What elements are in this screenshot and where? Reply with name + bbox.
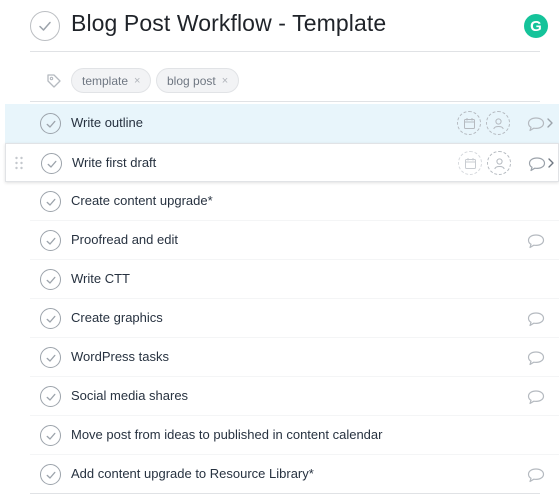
task-check-icon[interactable] [41,153,62,174]
task-name[interactable]: Write CTT [71,271,130,286]
list-bottom-divider [30,493,540,494]
task-row[interactable]: Add content upgrade to Resource Library* [0,455,559,494]
complete-template-check-icon[interactable] [30,11,60,41]
remove-tag-icon[interactable]: × [222,75,228,87]
comment-icon[interactable] [527,233,545,249]
assignee-icon[interactable] [487,151,511,175]
tag-label: template [82,73,129,88]
task-check-icon[interactable] [40,230,61,251]
comment-icon[interactable] [527,311,545,327]
tag-label: blog post [167,73,216,88]
tag-template[interactable]: template × [71,68,152,93]
task-row[interactable]: Proofread and edit [0,221,559,260]
task-check-icon[interactable] [40,464,61,485]
grammarly-icon[interactable]: G [524,14,548,38]
task-check-icon[interactable] [40,191,61,212]
tag-icon[interactable] [46,73,62,89]
task-check-icon[interactable] [40,347,61,368]
task-name[interactable]: Proofread and edit [71,232,178,247]
task-check-icon[interactable] [40,269,61,290]
task-name[interactable]: Move post from ideas to published in con… [71,427,382,442]
task-check-icon[interactable] [40,386,61,407]
tags-divider [30,101,540,102]
task-row[interactable]: Write first draft [5,143,559,182]
task-check-icon[interactable] [40,113,61,134]
task-row[interactable]: WordPress tasks [0,338,559,377]
task-row[interactable]: Social media shares [0,377,559,416]
calendar-icon[interactable] [458,151,482,175]
chevron-right-icon[interactable] [547,156,555,170]
comment-icon[interactable] [527,467,545,483]
task-name[interactable]: Write first draft [72,155,156,170]
drag-handle-icon[interactable] [14,156,24,170]
calendar-icon[interactable] [457,111,481,135]
header: Blog Post Workflow - Template G [0,0,559,52]
task-row[interactable]: Create content upgrade* [0,182,559,221]
header-divider [30,51,540,52]
task-name[interactable]: Social media shares [71,388,188,403]
task-check-icon[interactable] [40,308,61,329]
remove-tag-icon[interactable]: × [134,75,140,87]
task-name[interactable]: WordPress tasks [71,349,169,364]
assignee-icon[interactable] [486,111,510,135]
task-name[interactable]: Add content upgrade to Resource Library* [71,466,314,481]
comment-icon[interactable] [527,350,545,366]
page-title[interactable]: Blog Post Workflow - Template [71,10,386,37]
tag-row: template × blog post × [0,68,559,94]
task-name[interactable]: Write outline [71,115,143,130]
comment-icon[interactable] [527,389,545,405]
task-name[interactable]: Create content upgrade* [71,193,213,208]
task-row[interactable]: Write outline [5,104,559,143]
comment-icon[interactable] [528,156,546,172]
tag-blog-post[interactable]: blog post × [156,68,240,93]
chevron-right-icon[interactable] [546,116,554,130]
task-check-icon[interactable] [40,425,61,446]
task-name[interactable]: Create graphics [71,310,163,325]
task-row[interactable]: Write CTT [0,260,559,299]
comment-icon[interactable] [527,116,545,132]
task-row[interactable]: Create graphics [0,299,559,338]
task-row[interactable]: Move post from ideas to published in con… [0,416,559,455]
